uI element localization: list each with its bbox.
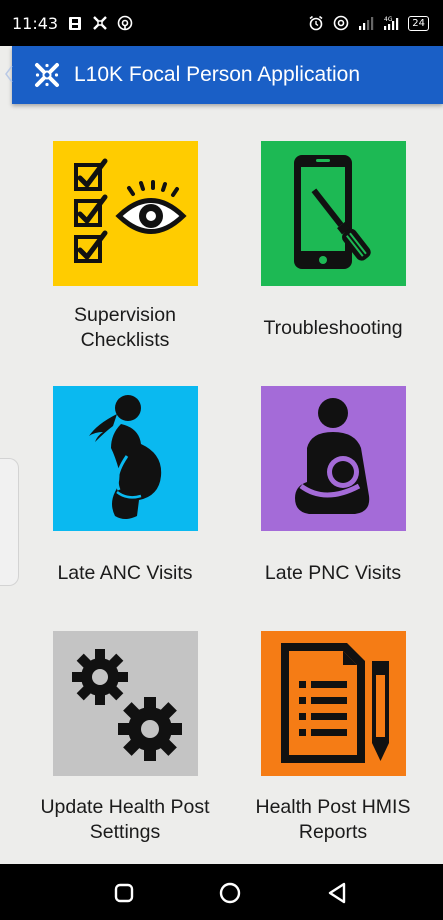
status-bar-right: 4G 24 <box>308 15 429 31</box>
back-chevron-icon[interactable] <box>4 64 20 86</box>
checklist-eye-icon[interactable] <box>53 141 198 286</box>
signal-4g-icon: 4G <box>383 15 399 31</box>
menu-item-label: Update Health Post Settings <box>40 796 210 843</box>
menu-item-label: Supervision Checklists <box>74 304 176 351</box>
signal-icon <box>358 15 374 31</box>
hotspot-icon <box>333 15 349 31</box>
battery-icon: 24 <box>408 15 429 31</box>
sim-card-icon <box>67 15 83 31</box>
status-bar-left: 11:43 <box>12 14 133 33</box>
gears-icon[interactable] <box>53 631 198 776</box>
app-title: L10K Focal Person Application <box>74 63 361 86</box>
app-logo-icon <box>92 15 108 31</box>
menu-item-label: Health Post HMIS Reports <box>255 796 411 843</box>
status-bar: 11:43 4G 24 <box>0 0 443 46</box>
app-logo-icon <box>34 62 60 88</box>
recents-icon[interactable] <box>109 878 139 908</box>
pregnant-woman-icon[interactable] <box>53 386 198 531</box>
wireless-icon <box>117 15 133 31</box>
home-icon[interactable] <box>215 878 245 908</box>
breastfeeding-icon[interactable] <box>261 386 406 531</box>
system-nav-bar <box>0 864 443 920</box>
phone-screwdriver-icon[interactable] <box>261 141 406 286</box>
menu-item-label: Late PNC Visits <box>264 562 402 584</box>
menu-item-label: Late ANC Visits <box>57 562 193 584</box>
svg-text:4G: 4G <box>384 16 393 23</box>
back-icon[interactable] <box>322 878 352 908</box>
status-time: 11:43 <box>12 13 59 33</box>
alarm-icon <box>308 15 324 31</box>
app-screen: 11:43 4G 24 L10K Focal Person Applicatio… <box>0 0 443 920</box>
menu-item-label: Troubleshooting <box>263 317 403 339</box>
report-pencil-icon[interactable] <box>261 631 406 776</box>
app-bar: L10K Focal Person Application <box>5 46 443 104</box>
